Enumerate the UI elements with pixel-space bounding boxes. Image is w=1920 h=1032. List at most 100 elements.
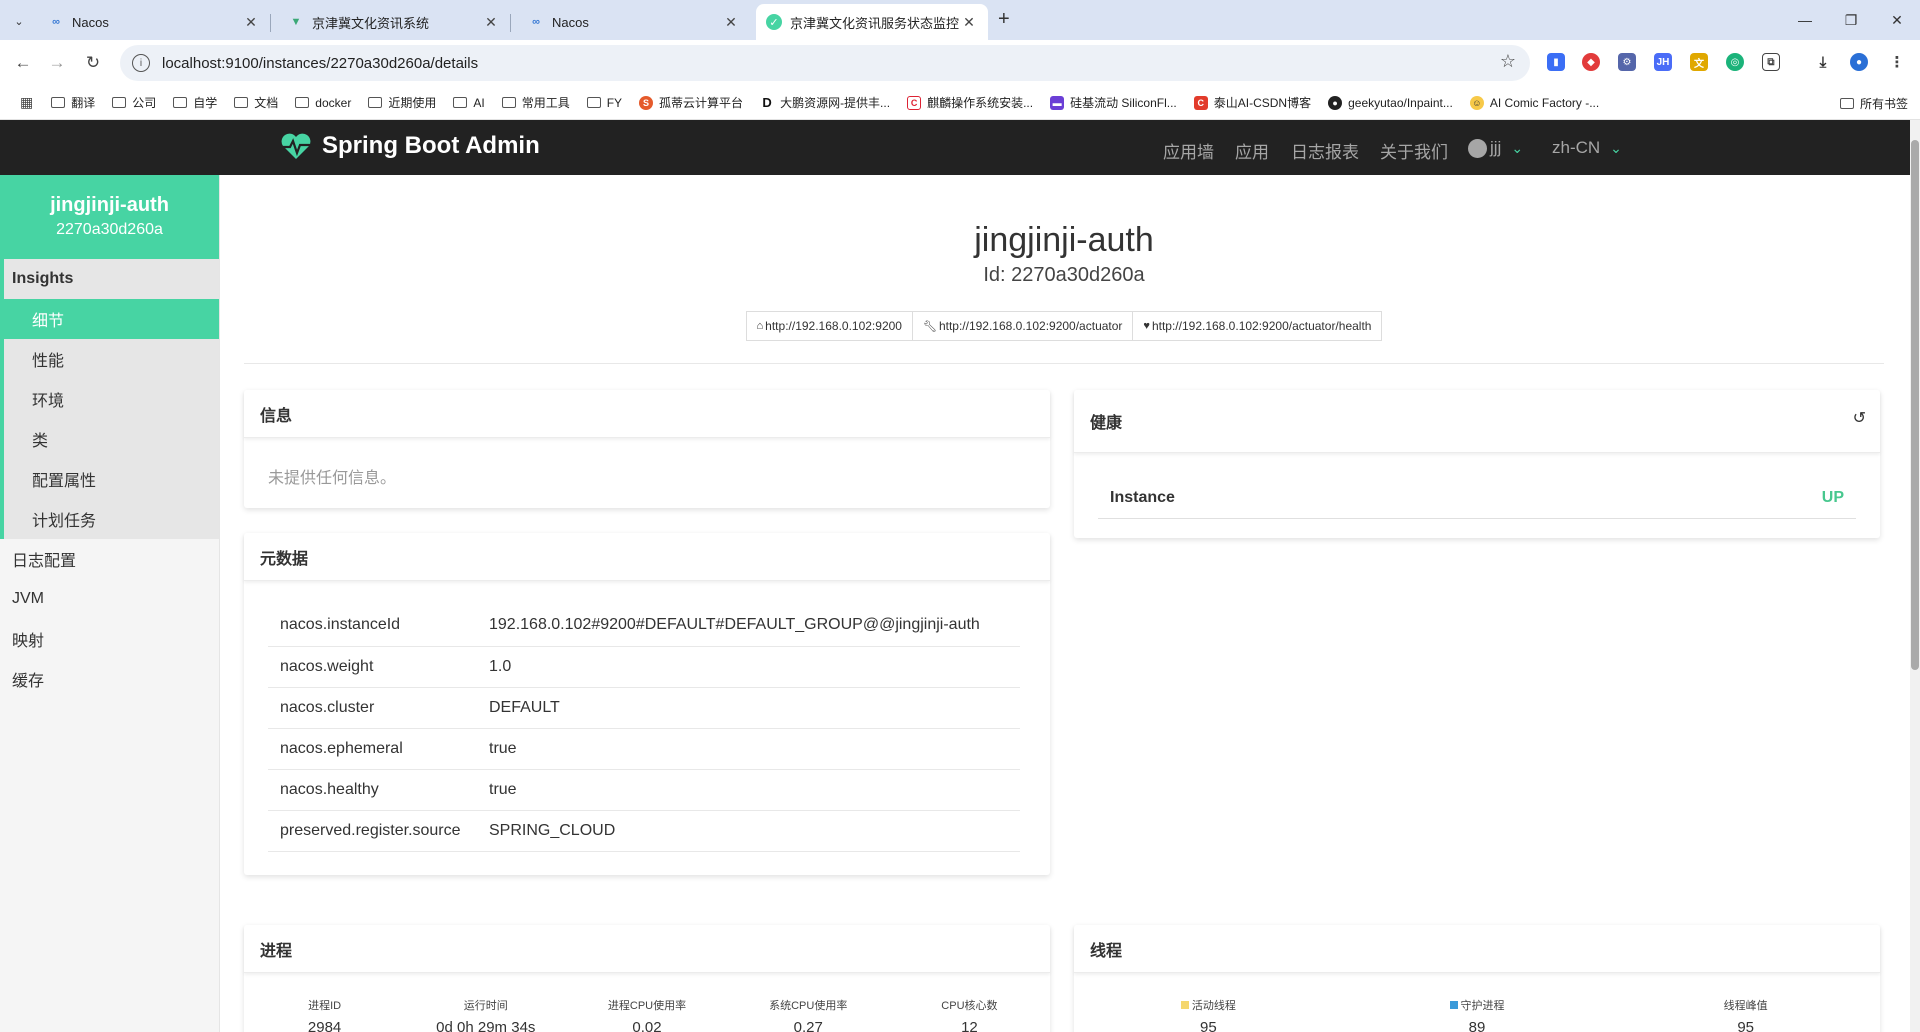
nav-about[interactable]: 关于我们: [1380, 138, 1448, 163]
metadata-key: nacos.cluster: [268, 687, 489, 729]
page-scrollbar[interactable]: [1910, 120, 1920, 1032]
metadata-card: 元数据 nacos.instanceId 192.168.0.102#9200#D…: [244, 533, 1050, 875]
sidebar-item-metrics[interactable]: 性能: [4, 339, 219, 379]
forward-icon[interactable]: →: [46, 52, 68, 74]
stat-label: 系统CPU使用率: [769, 1000, 848, 1012]
user-menu[interactable]: jjj ⌄: [1468, 138, 1523, 158]
tab-search-icon[interactable]: ⌄: [8, 10, 30, 32]
url-bar[interactable]: i localhost:9100/instances/2270a30d260a/…: [120, 45, 1530, 81]
bookmark-folder[interactable]: 自学: [173, 94, 217, 111]
sidebar-item-beans[interactable]: 类: [4, 419, 219, 459]
reload-icon[interactable]: ↻: [82, 52, 104, 74]
extension-shield-icon[interactable]: ◆: [1582, 53, 1600, 71]
history-icon[interactable]: ↺: [1853, 408, 1866, 428]
more-menu-icon[interactable]: ⋮: [1888, 53, 1906, 71]
bookmark-folder[interactable]: docker: [295, 96, 351, 110]
home-url-link[interactable]: ⌂ http://192.168.0.102:9200: [745, 311, 913, 341]
close-icon[interactable]: ✕: [242, 14, 260, 31]
bookmark-label: 所有书签: [1859, 97, 1908, 111]
bookmark-folder[interactable]: 常用工具: [501, 94, 570, 111]
metadata-value: SPRING_CLOUD: [489, 810, 1020, 852]
sidebar-item-jvm[interactable]: JVM: [0, 579, 219, 619]
tab-jjj-system[interactable]: ▼ 京津冀文化资讯系统 ✕: [278, 4, 511, 40]
nacos-icon: ∞: [532, 16, 540, 28]
sidebar-item-caches[interactable]: 缓存: [0, 659, 219, 699]
heartbeat-logo-icon: [281, 133, 311, 159]
bookmark-link[interactable]: ▬ 硅基流动 SiliconFl...: [1050, 94, 1177, 111]
sidebar-instance-header[interactable]: jingjinji-auth 2270a30d260a: [0, 175, 219, 259]
back-icon[interactable]: ←: [12, 52, 34, 74]
bookmark-link[interactable]: S 孤蒂云计算平台: [639, 94, 743, 111]
tab-nacos-2[interactable]: ∞ Nacos ✕: [518, 4, 750, 40]
bookmark-link[interactable]: ☺ AI Comic Factory -...: [1469, 95, 1599, 110]
restore-icon[interactable]: ❐: [1828, 0, 1874, 40]
main-content: jingjinji-auth Id: 2270a30d260a ⌂ http://…: [244, 175, 1884, 1032]
legend-swatch: [1180, 1001, 1189, 1009]
bookmark-folder[interactable]: AI: [453, 96, 485, 110]
brand[interactable]: Spring Boot Admin: [280, 132, 540, 160]
health-url-link[interactable]: ♥ http://192.168.0.102:9200/actuator/heal…: [1133, 311, 1383, 341]
address-toolbar: ← → ↻ i localhost:9100/instances/2270a30…: [0, 40, 1920, 86]
tab-nacos-1[interactable]: ∞ Nacos ✕: [38, 4, 271, 40]
bookmark-label: 翻译: [71, 96, 96, 110]
nav-wallboard[interactable]: 应用墙: [1163, 138, 1214, 163]
close-icon[interactable]: ✕: [722, 14, 740, 31]
tab-title: Nacos: [552, 14, 589, 30]
bookmark-link[interactable]: C 泰山AI-CSDN博客: [1193, 94, 1311, 111]
download-icon[interactable]: ⤓: [1814, 53, 1832, 71]
link-text: http://192.168.0.102:9200/actuator/healt…: [1151, 319, 1372, 333]
stat-process-cpu: 进程CPU使用率 0.02: [566, 997, 727, 1032]
bookmark-star-icon[interactable]: ☆: [1500, 51, 1516, 72]
stat-daemon-threads: 守护进程 89: [1343, 997, 1612, 1032]
site-info-icon[interactable]: i: [132, 54, 150, 72]
bookmark-folder[interactable]: 翻译: [51, 94, 95, 111]
close-icon[interactable]: ✕: [482, 14, 500, 31]
bookmark-link[interactable]: ● geekyutao/Inpaint...: [1328, 95, 1453, 110]
folder-icon: [1839, 98, 1854, 109]
sidebar-item-loggers[interactable]: 日志配置: [0, 539, 219, 579]
bookmark-link[interactable]: D 大鹏资源网-提供丰...: [760, 94, 890, 111]
stat-system-cpu: 系统CPU使用率 0.27: [728, 997, 889, 1032]
sidebar-item-mappings[interactable]: 映射: [0, 619, 219, 659]
actuator-url-link[interactable]: 🔧︎ http://192.168.0.102:9200/actuator: [912, 311, 1134, 341]
metadata-value: true: [489, 728, 1020, 770]
bookmark-folder[interactable]: 公司: [112, 94, 156, 111]
scrollbar-thumb[interactable]: [1911, 140, 1919, 670]
bookmark-label: FY: [606, 95, 623, 110]
apps-grid-icon[interactable]: ▦: [20, 94, 33, 111]
tab-title: 京津冀文化资讯服务状态监控: [790, 15, 960, 31]
sidebar-item-details[interactable]: 细节: [4, 299, 219, 339]
hugging-face-icon: ☺: [1469, 95, 1484, 110]
new-tab-icon[interactable]: +: [998, 8, 1010, 31]
stat-value: 0.27: [793, 1019, 823, 1032]
all-bookmarks[interactable]: 所有书签: [1839, 95, 1908, 112]
bookmark-folder[interactable]: FY: [586, 95, 623, 110]
sidebar-item-scheduled-tasks[interactable]: 计划任务: [4, 499, 219, 539]
nav-journal[interactable]: 日志报表: [1291, 138, 1359, 163]
locale-menu[interactable]: zh-CN ⌄: [1552, 138, 1622, 158]
minimize-icon[interactable]: —: [1782, 0, 1828, 40]
extension-refresh-icon[interactable]: ◎: [1726, 53, 1744, 71]
sidebar-item-environment[interactable]: 环境: [4, 379, 219, 419]
sidebar-item-config-props[interactable]: 配置属性: [4, 459, 219, 499]
bookmark-folder[interactable]: 文档: [234, 94, 278, 111]
extension-chart-icon[interactable]: ▮: [1547, 53, 1565, 71]
process-card-title: 进程: [244, 925, 1050, 973]
extension-translate-icon[interactable]: 文: [1690, 53, 1708, 71]
nav-applications[interactable]: 应用: [1235, 138, 1269, 163]
stat-peak-threads: 线程峰值 95: [1611, 997, 1880, 1032]
bookmark-folder[interactable]: 近期使用: [368, 94, 436, 111]
extensions-puzzle-icon[interactable]: ⧉: [1762, 53, 1780, 71]
bookmark-link[interactable]: C 麒麟操作系统安装...: [907, 94, 1033, 111]
extension-gear-icon[interactable]: ⚙: [1618, 53, 1636, 71]
tab-sba-monitor[interactable]: ✓ 京津冀文化资讯服务状态监控 ✕: [756, 4, 988, 40]
link-text: http://192.168.0.102:9200: [765, 319, 902, 333]
window-close-icon[interactable]: ✕: [1874, 0, 1920, 40]
extension-jh-icon[interactable]: JH: [1654, 53, 1672, 71]
health-instance-row[interactable]: Instance UP: [1098, 477, 1856, 519]
health-label: Instance: [1110, 488, 1175, 506]
sidebar-item-insights[interactable]: Insights: [4, 259, 219, 299]
close-icon[interactable]: ✕: [960, 14, 978, 31]
bookmark-label: 大鹏资源网-提供丰...: [780, 96, 891, 110]
profile-avatar-icon[interactable]: ●: [1850, 53, 1868, 71]
